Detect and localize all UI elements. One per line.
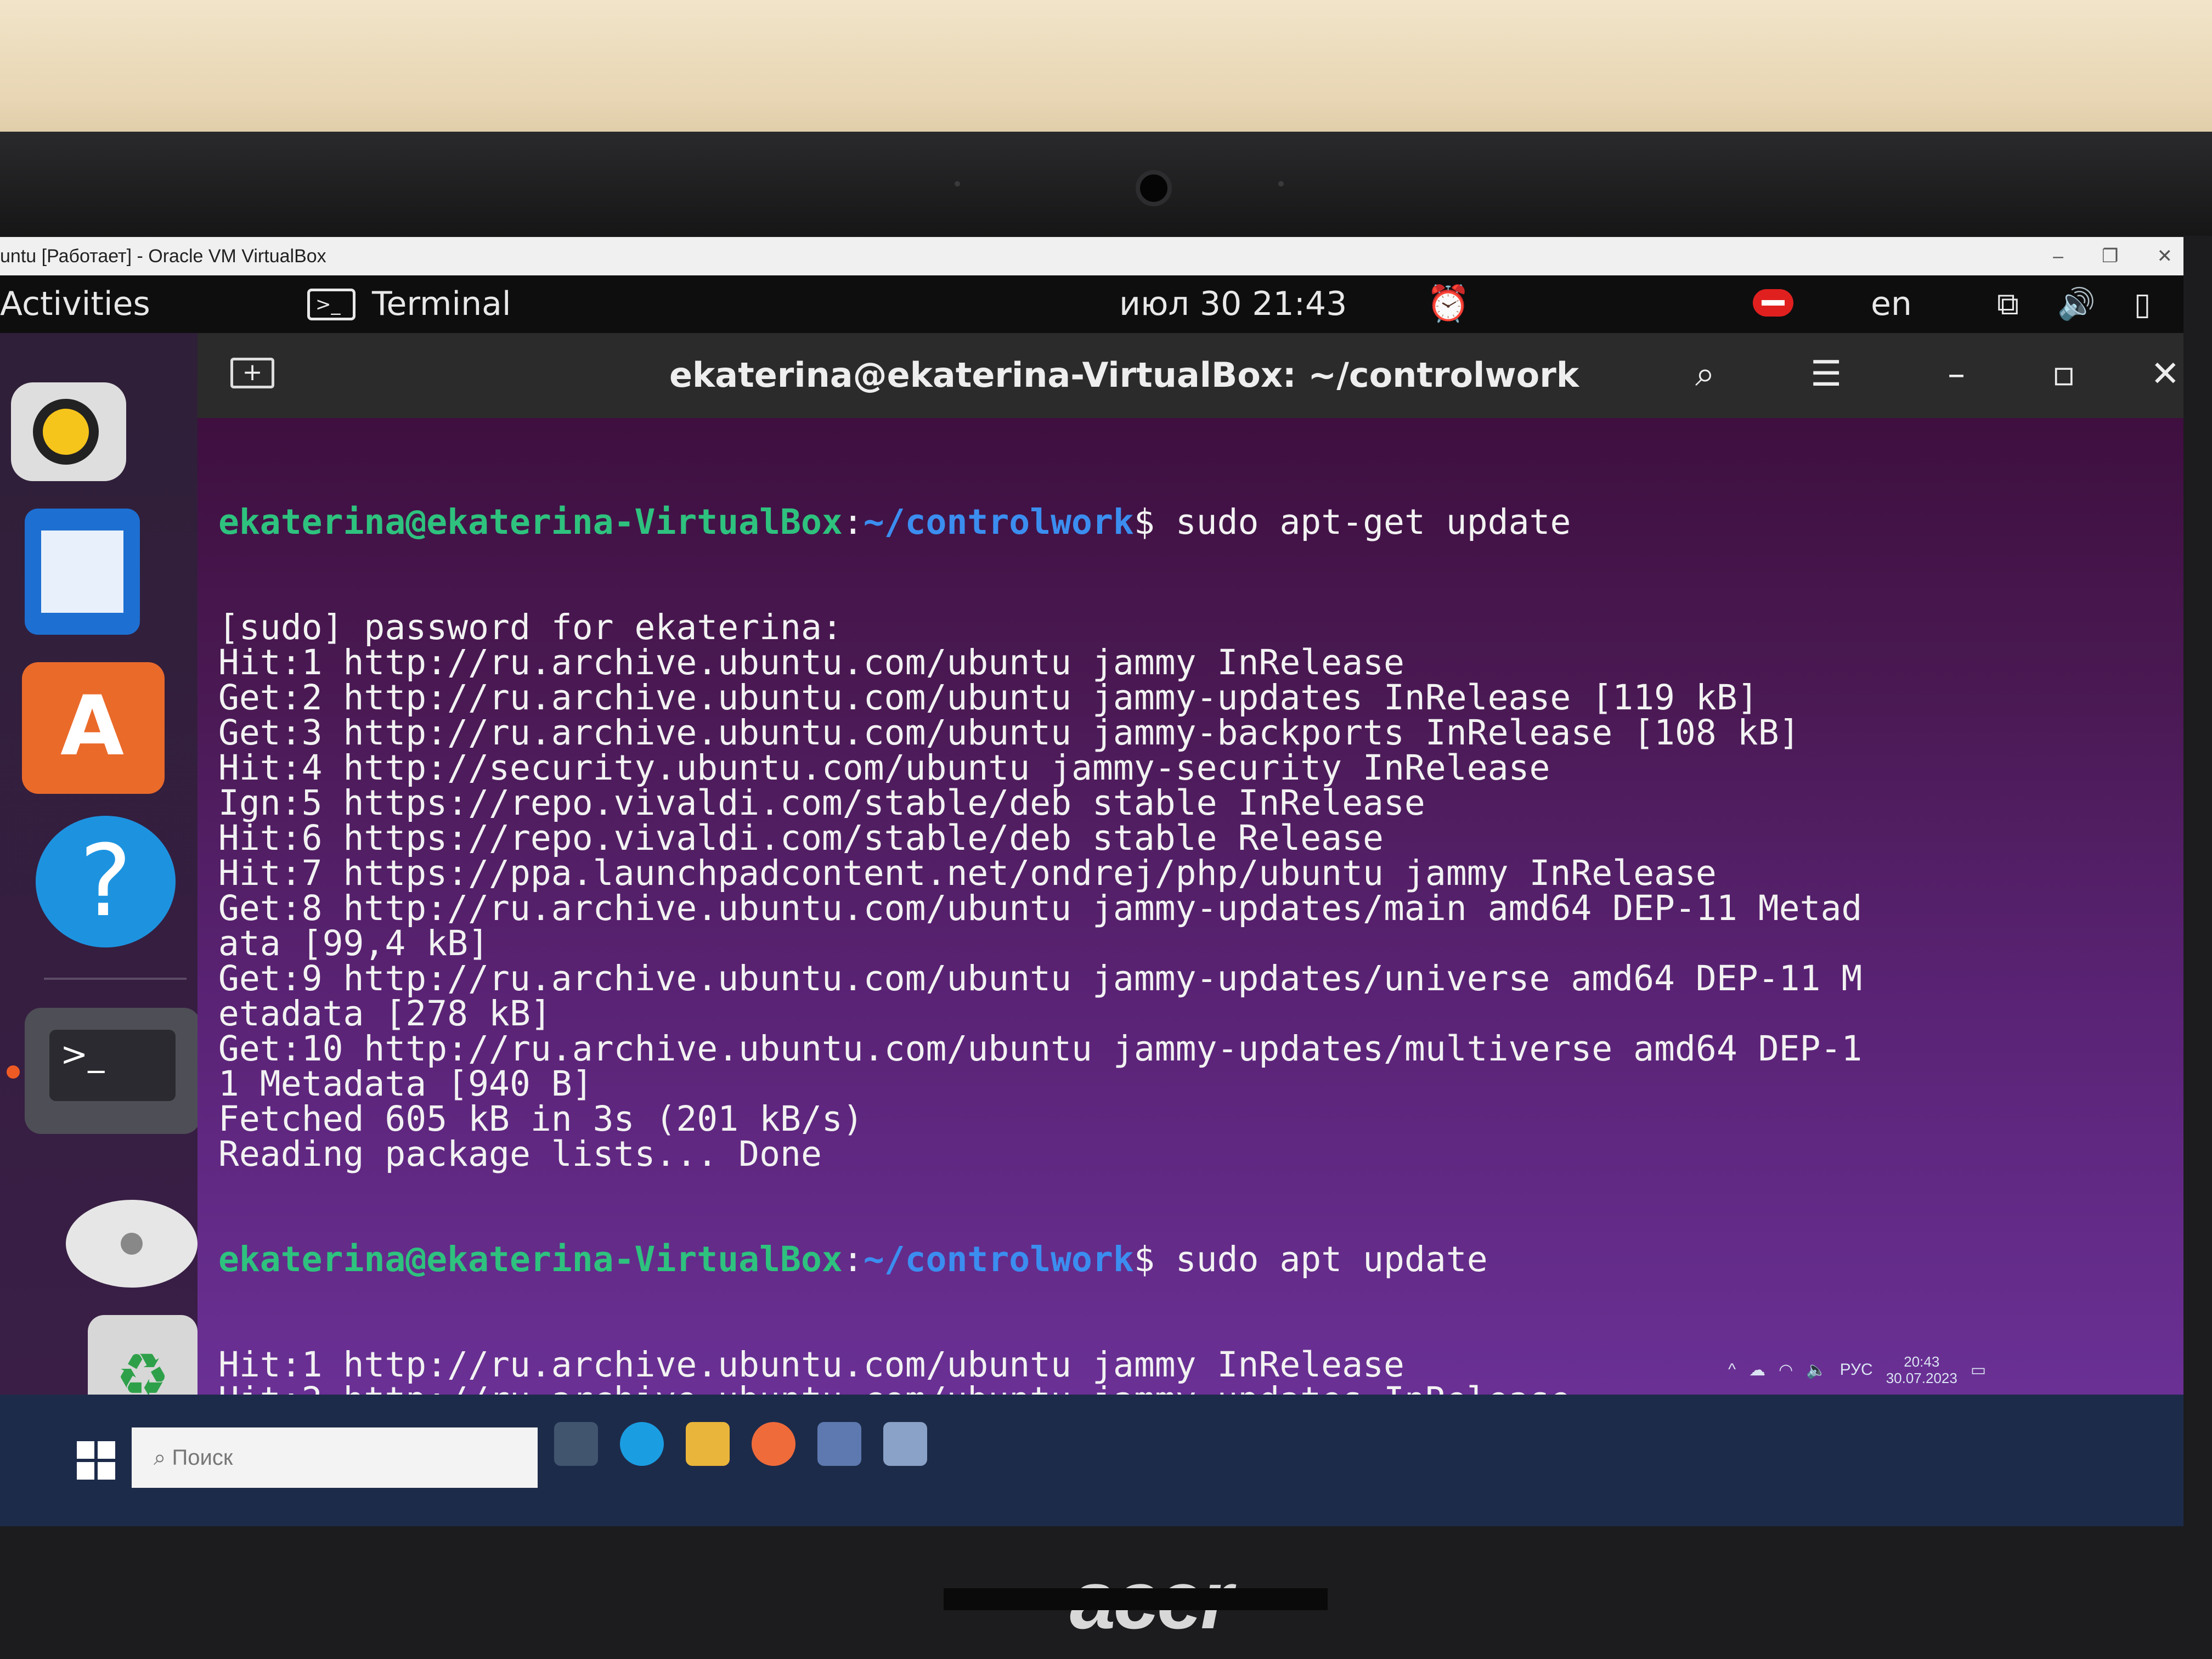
rhythmbox-icon[interactable] [11, 382, 126, 481]
output-line: Hit:1 http://ru.archive.ubuntu.com/ubunt… [198, 642, 1404, 682]
terminal-icon: >_ [307, 288, 356, 320]
output-line: Ign:5 https://repo.vivaldi.com/stable/de… [198, 783, 1425, 823]
keyboard-layout-indicator[interactable]: en [1871, 275, 1912, 333]
system-menu[interactable]: ⧉ 🔊 ▯ [1997, 275, 2151, 333]
output-line: Get:2 http://ru.archive.ubuntu.com/ubunt… [198, 678, 1758, 718]
webcam [1136, 170, 1172, 206]
output-line: Reading package lists... Done [198, 1134, 822, 1174]
windows-search-input[interactable]: ⌕ Поиск [132, 1427, 538, 1488]
file-explorer-icon[interactable] [686, 1422, 730, 1466]
firefox-icon[interactable] [752, 1422, 795, 1466]
output-line: etadata [278 kB] [198, 994, 551, 1034]
dock-separator [44, 978, 187, 980]
output-block-1: [sudo] password for ekaterina: Hit:1 htt… [198, 610, 2183, 1172]
maximize-window-button[interactable]: ▫ [2052, 354, 2075, 394]
notifications-icon[interactable]: ▭ [1971, 1361, 1986, 1380]
network-icon: ⧉ [1997, 286, 2019, 322]
edge-browser-icon[interactable] [620, 1422, 664, 1466]
prompt-user: ekaterina@ekaterina-VirtualBox [218, 502, 843, 542]
app-name: Terminal [372, 285, 511, 323]
help-icon[interactable]: ? [36, 816, 176, 947]
virtualbox-taskbar-icon[interactable] [817, 1422, 861, 1466]
optical-disc-icon[interactable] [66, 1200, 198, 1288]
output-line: Hit:7 https://ppa.launchpadcontent.net/o… [198, 853, 1717, 893]
new-tab-button[interactable]: + [230, 358, 274, 388]
search-icon[interactable]: ⌕ [1695, 354, 1715, 394]
terminal-headerbar: + ekaterina@ekaterina-VirtualBox: ~/cont… [198, 333, 2183, 418]
sensor-dot [955, 181, 960, 187]
minimize-window-button[interactable]: – [1948, 354, 1965, 394]
command-text: $ sudo apt-get update [1133, 502, 1571, 542]
output-line: 1 Metadata [940 B] [198, 1064, 593, 1104]
virtualbox-window-controls: – ❐ ✕ [2053, 237, 2172, 275]
prompt-user: ekaterina@ekaterina-VirtualBox [218, 1239, 843, 1279]
virtualbox-title: untu [Работает] - Oracle VM VirtualBox [0, 246, 326, 267]
output-line: Get:3 http://ru.archive.ubuntu.com/ubunt… [198, 713, 1800, 753]
alarm-bell-icon: ⏰ [1426, 284, 1470, 324]
laptop-hinge [944, 1588, 1328, 1610]
output-line: Get:10 http://ru.archive.ubuntu.com/ubun… [198, 1029, 1863, 1069]
windows-start-icon[interactable] [77, 1441, 115, 1480]
cloud-icon[interactable]: ☁ [1749, 1361, 1765, 1380]
windows-date: 30.07.2023 [1886, 1370, 1957, 1386]
close-button[interactable]: ✕ [2157, 237, 2173, 275]
ubuntu-dock: ? ♻ [0, 333, 203, 1526]
app-menu[interactable]: >_ Terminal [307, 275, 511, 333]
ubuntu-top-panel: Activities >_ Terminal июл 30 21:43 ⏰ en… [0, 275, 2183, 333]
battery-icon: ▯ [2134, 286, 2151, 322]
prompt-line: ekaterina@ekaterina-VirtualBox:~/control… [218, 1239, 1488, 1279]
output-line: ata [99,4 kB] [198, 923, 489, 963]
chevron-up-icon[interactable]: ^ [1728, 1361, 1736, 1379]
wifi-icon[interactable]: ◠ [1779, 1361, 1793, 1380]
task-view-icon[interactable] [554, 1422, 598, 1466]
prompt-path: ~/controlwork [863, 502, 1134, 542]
windows-time: 20:43 [1904, 1353, 1940, 1370]
windows-clock[interactable]: 20:43 30.07.2023 [1886, 1353, 1957, 1386]
restore-button[interactable]: ❐ [2102, 237, 2118, 275]
output-line: Get:9 http://ru.archive.ubuntu.com/ubunt… [198, 958, 1863, 998]
terminal-output[interactable]: ekaterina@ekaterina-VirtualBox:~/control… [198, 418, 2183, 1526]
search-placeholder: Поиск [172, 1446, 233, 1470]
input-language[interactable]: РУС [1840, 1361, 1873, 1379]
sensor-dot [1278, 181, 1284, 187]
activities-button[interactable]: Activities [0, 275, 150, 333]
volume-icon: 🔊 [2057, 286, 2096, 322]
output-line: Hit:4 http://security.ubuntu.com/ubuntu … [198, 748, 1550, 788]
prompt-line: ekaterina@ekaterina-VirtualBox:~/control… [218, 502, 1571, 542]
prompt-path: ~/controlwork [863, 1239, 1134, 1279]
hamburger-menu-icon[interactable]: ☰ [1810, 354, 1842, 394]
close-window-button[interactable]: ✕ [2151, 354, 2180, 394]
speaker-icon[interactable]: 🔈 [1806, 1361, 1826, 1380]
app-taskbar-icon[interactable] [883, 1422, 927, 1466]
running-indicator [7, 1065, 20, 1079]
output-line: Fetched 605 kB in 3s (201 kB/s) [198, 1099, 864, 1139]
output-line: Get:8 http://ru.archive.ubuntu.com/ubunt… [198, 888, 1863, 928]
command-text: $ sudo apt update [1133, 1239, 1488, 1279]
laptop-bezel-top [0, 132, 2212, 236]
windows-system-tray: ^ ☁ ◠ 🔈 РУС 20:43 30.07.2023 ▭ [1728, 1345, 2167, 1395]
output-line: [sudo] password for ekaterina: [198, 607, 843, 647]
clock[interactable]: июл 30 21:43 [1119, 275, 1347, 333]
terminal-window-title: ekaterina@ekaterina-VirtualBox: ~/contro… [669, 355, 1579, 395]
libreoffice-writer-icon[interactable] [25, 509, 140, 635]
laptop-screen: untu [Работает] - Oracle VM VirtualBox –… [0, 237, 2183, 1526]
minimize-button[interactable]: – [2053, 237, 2063, 275]
ubuntu-software-icon[interactable] [22, 662, 165, 794]
do-not-disturb-icon[interactable] [1753, 289, 1793, 317]
virtualbox-titlebar: untu [Работает] - Oracle VM VirtualBox –… [0, 237, 2183, 275]
terminal-dock-icon[interactable] [25, 1008, 200, 1134]
output-line: Hit:6 https://repo.vivaldi.com/stable/de… [198, 818, 1384, 858]
